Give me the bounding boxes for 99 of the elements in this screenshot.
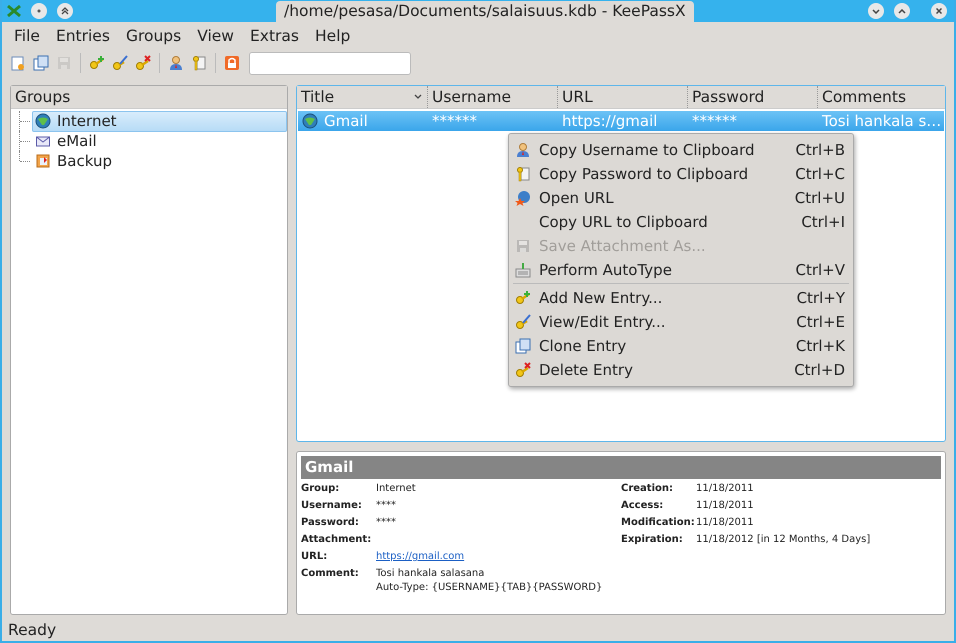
key-delete-icon: [515, 362, 531, 378]
context-menu-item[interactable]: Perform AutoType Ctrl+V: [509, 258, 853, 282]
globe-icon: [35, 113, 51, 129]
toolbar-button[interactable]: [222, 53, 242, 73]
shortcut-label: Ctrl+Y: [796, 289, 845, 307]
table-cell: ******: [692, 112, 737, 130]
double-chevron-icon: [61, 7, 69, 15]
key-card-icon: [191, 55, 207, 71]
context-menu-item[interactable]: Copy URL to Clipboard Ctrl+I: [509, 210, 853, 234]
key-delete-icon: [135, 55, 151, 71]
new-document-icon: [10, 55, 26, 71]
field-label: Username:: [301, 500, 363, 513]
group-label: eMail: [57, 132, 97, 150]
keep-above-button[interactable]: [57, 3, 73, 19]
table-cell: Tosi hankala s…: [822, 112, 942, 130]
field-value: 11/18/2011: [696, 500, 754, 511]
user-icon: [168, 55, 184, 71]
context-menu-item[interactable]: Open URL Ctrl+U: [509, 186, 853, 210]
field-label: Attachment:: [301, 534, 372, 547]
field-value: 11/18/2011: [696, 517, 754, 528]
close-icon: [936, 8, 942, 14]
context-menu-item[interactable]: Delete Entry Ctrl+D: [509, 358, 853, 382]
field-value: 11/18/2011: [696, 483, 754, 494]
group-item[interactable]: Internet: [32, 110, 287, 132]
minimize-button[interactable]: [868, 3, 884, 19]
context-menu-item[interactable]: Copy Password to Clipboard Ctrl+C: [509, 162, 853, 186]
toolbar-button[interactable]: [31, 53, 51, 73]
field-label: URL:: [301, 551, 328, 564]
field-value: ****: [376, 517, 396, 528]
key-plus-icon: [515, 290, 531, 306]
group-label: Backup: [57, 152, 112, 170]
table-cell: https://gmail: [562, 112, 658, 130]
field-value: 11/18/2012 [in 12 Months, 4 Days]: [696, 534, 870, 545]
context-menu-item[interactable]: Copy Username to Clipboard Ctrl+B: [509, 138, 853, 162]
shortcut-label: Ctrl+I: [801, 213, 845, 231]
group-label: Internet: [57, 112, 117, 130]
clone-icon: [515, 338, 531, 354]
field-label: Password:: [301, 517, 360, 530]
status-text: Ready: [7, 620, 58, 641]
shortcut-label: Ctrl+D: [794, 361, 845, 379]
menu-item[interactable]: Groups: [118, 25, 190, 47]
menu-item[interactable]: Help: [307, 25, 358, 47]
close-button[interactable]: [931, 3, 947, 19]
field-label: Comment:: [301, 568, 360, 581]
field-label: Group:: [301, 483, 340, 496]
toolbar-button[interactable]: [110, 53, 130, 73]
shortcut-label: Ctrl+U: [794, 189, 845, 207]
key-pencil-icon: [515, 314, 531, 330]
table-cell: Gmail: [324, 112, 368, 130]
user-icon: [515, 142, 531, 158]
column-header[interactable]: Username: [427, 86, 557, 108]
field-label: Modification:: [621, 517, 696, 530]
lock-icon: [224, 55, 240, 71]
column-header[interactable]: Title: [297, 86, 427, 108]
context-menu-item[interactable]: Clone Entry Ctrl+K: [509, 334, 853, 358]
clone-icon: [33, 55, 49, 71]
floppy-icon: [515, 238, 531, 254]
chevron-up-icon: [898, 8, 906, 14]
menu-item[interactable]: File: [6, 25, 48, 47]
url-link[interactable]: https://gmail.com: [376, 551, 464, 562]
field-value: ****: [376, 500, 396, 511]
globe-icon: [302, 113, 318, 129]
shortcut-label: Ctrl+C: [795, 165, 845, 183]
toolbar-button[interactable]: [133, 53, 153, 73]
field-label: Access:: [621, 500, 664, 513]
menu-button[interactable]: [31, 3, 47, 19]
window-title: /home/pesasa/Documents/salaisuus.kdb - KeePassX: [276, 1, 694, 22]
key-pencil-icon: [112, 55, 128, 71]
shortcut-label: Ctrl+V: [795, 261, 845, 279]
field-value: Internet: [376, 483, 416, 494]
chevron-down-icon: [872, 8, 880, 14]
menu-item[interactable]: Extras: [242, 25, 307, 47]
app-icon: [6, 3, 22, 19]
table-cell: ******: [432, 112, 477, 130]
shortcut-label: Ctrl+K: [796, 337, 845, 355]
maximize-button[interactable]: [894, 3, 910, 19]
field-label: Creation:: [621, 483, 674, 496]
context-menu-item[interactable]: View/Edit Entry... Ctrl+E: [509, 310, 853, 334]
column-header[interactable]: Password: [687, 86, 817, 108]
field-value: Auto-Type: {USERNAME}{TAB}{PASSWORD}: [376, 582, 602, 593]
dot-icon: [37, 9, 41, 13]
shortcut-label: Ctrl+E: [796, 313, 845, 331]
details-title: Gmail: [301, 456, 941, 479]
column-header[interactable]: URL: [557, 86, 687, 108]
search-field[interactable]: [249, 52, 411, 74]
shortcut-label: Ctrl+B: [795, 141, 845, 159]
group-item[interactable]: eMail: [32, 130, 287, 152]
key-card-icon: [515, 166, 531, 182]
column-header[interactable]: Comments: [817, 86, 945, 108]
column-header: Groups: [11, 86, 287, 109]
backup-icon: [35, 153, 51, 169]
group-item[interactable]: Backup: [32, 150, 287, 172]
field-value: Tosi hankala salasana: [376, 568, 486, 579]
key-plus-icon: [89, 55, 105, 71]
menu-item[interactable]: Entries: [48, 25, 118, 47]
keyboard-icon: [515, 262, 531, 278]
context-menu-item[interactable]: Add New Entry... Ctrl+Y: [509, 286, 853, 310]
menu-item[interactable]: View: [189, 25, 242, 47]
field-label: Expiration:: [621, 534, 684, 547]
